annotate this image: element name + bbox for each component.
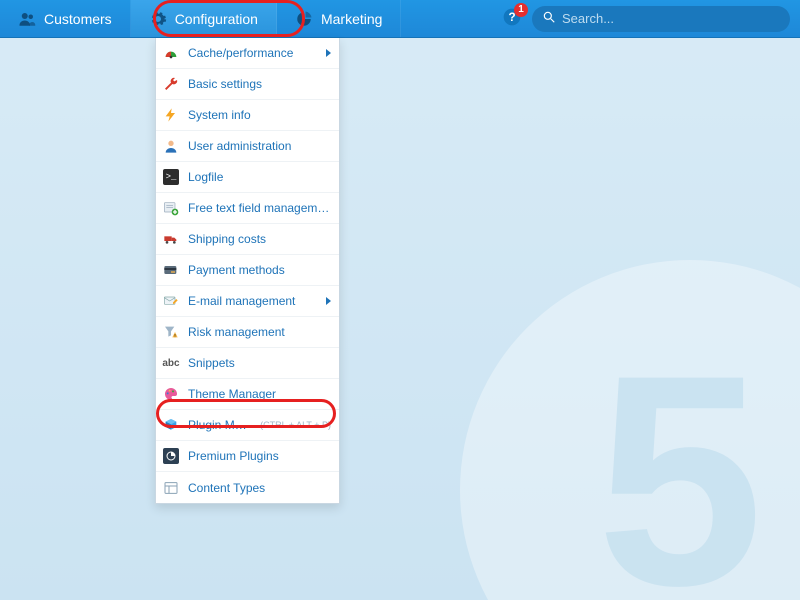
wrench-icon	[162, 75, 180, 93]
menu-label: Snippets	[188, 356, 331, 370]
chevron-right-icon	[326, 49, 331, 57]
help-button[interactable]: ? 1	[492, 0, 532, 37]
search-icon	[542, 10, 556, 27]
menu-theme-manager[interactable]: Theme Manager	[156, 379, 339, 410]
menu-label: Risk management	[188, 325, 331, 339]
lightning-icon	[162, 106, 180, 124]
menu-label: Logfile	[188, 170, 331, 184]
nav-marketing[interactable]: Marketing	[277, 0, 401, 37]
people-icon	[18, 10, 36, 28]
envelope-edit-icon	[162, 292, 180, 310]
menu-label: System info	[188, 108, 331, 122]
menu-label: Payment methods	[188, 263, 331, 277]
menu-label: Plugin Manager	[188, 418, 248, 432]
menu-free-text-fields[interactable]: Free text field management	[156, 193, 339, 224]
gauge-icon	[162, 44, 180, 62]
brand-watermark	[460, 260, 800, 600]
funnel-warning-icon	[162, 323, 180, 341]
menu-label: E-mail management	[188, 294, 318, 308]
nav-configuration[interactable]: Configuration	[131, 0, 277, 37]
menu-plugin-manager[interactable]: Plugin Manager (CTRL + ALT + P)	[156, 410, 339, 441]
package-icon	[162, 416, 180, 434]
search-input[interactable]	[562, 11, 780, 26]
configuration-dropdown: Cache/performance Basic settings System …	[155, 38, 340, 504]
search-box[interactable]	[532, 6, 790, 32]
menu-cache-performance[interactable]: Cache/performance	[156, 38, 339, 69]
credit-card-icon	[162, 261, 180, 279]
menu-label: Cache/performance	[188, 46, 318, 60]
abc-icon: abc	[162, 354, 180, 372]
menu-label: Shipping costs	[188, 232, 331, 246]
menu-user-administration[interactable]: User administration	[156, 131, 339, 162]
top-nav: Customers Configuration Marketing ? 1	[0, 0, 800, 38]
menu-email-management[interactable]: E-mail management	[156, 286, 339, 317]
terminal-icon: >_	[162, 168, 180, 186]
menu-snippets[interactable]: abc Snippets	[156, 348, 339, 379]
form-add-icon	[162, 199, 180, 217]
menu-label: Content Types	[188, 481, 331, 495]
menu-payment-methods[interactable]: Payment methods	[156, 255, 339, 286]
layout-icon	[162, 479, 180, 497]
menu-label: Basic settings	[188, 77, 331, 91]
menu-content-types[interactable]: Content Types	[156, 472, 339, 503]
menu-label: Theme Manager	[188, 387, 331, 401]
notification-badge: 1	[514, 3, 528, 17]
shortcut-hint: (CTRL + ALT + P)	[260, 420, 331, 430]
nav-configuration-label: Configuration	[175, 11, 258, 27]
menu-logfile[interactable]: >_ Logfile	[156, 162, 339, 193]
gear-icon	[149, 10, 167, 28]
nav-customers-label: Customers	[44, 11, 112, 27]
menu-label: Free text field management	[188, 201, 331, 215]
menu-shipping-costs[interactable]: Shipping costs	[156, 224, 339, 255]
chevron-right-icon	[326, 297, 331, 305]
nav-customers[interactable]: Customers	[0, 0, 131, 37]
menu-label: Premium Plugins	[188, 449, 331, 463]
nav-marketing-label: Marketing	[321, 11, 382, 27]
truck-icon	[162, 230, 180, 248]
premium-icon	[162, 447, 180, 465]
menu-basic-settings[interactable]: Basic settings	[156, 69, 339, 100]
search-container	[532, 0, 800, 37]
menu-label: User administration	[188, 139, 331, 153]
menu-premium-plugins[interactable]: Premium Plugins	[156, 441, 339, 472]
menu-system-info[interactable]: System info	[156, 100, 339, 131]
menu-risk-management[interactable]: Risk management	[156, 317, 339, 348]
palette-icon	[162, 385, 180, 403]
pie-chart-icon	[295, 10, 313, 28]
user-icon	[162, 137, 180, 155]
